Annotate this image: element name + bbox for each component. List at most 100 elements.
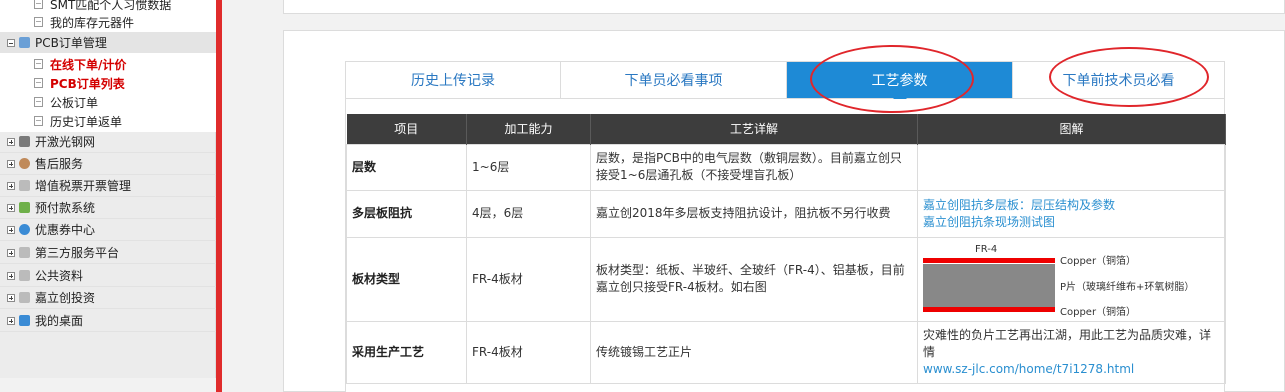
tab-upload-history[interactable]: 历史上传记录: [346, 62, 561, 98]
process-note: 灾难性的负片工艺再出江湖，用此工艺为品质灾难，详情: [923, 327, 1212, 359]
sidebar-item-label: 优惠券中心: [35, 223, 96, 237]
sidebar-item-invoice[interactable]: 增值税票开票管理: [0, 175, 216, 197]
expand-icon[interactable]: [7, 137, 15, 146]
sidebar-divider: [216, 0, 222, 392]
item-detail: 传统镀锡工艺正片: [590, 320, 918, 384]
sidebar-item-label: 售后服务: [35, 157, 84, 171]
bottom-copper-layer: [923, 307, 1055, 312]
tab-label: 历史上传记录: [411, 73, 495, 89]
prepreg-layer: [923, 264, 1055, 307]
fr4-stackup-diagram: FR-4 Copper（铜箔） P片（玻璃纤维布+环氧树脂） Copper（铜箔…: [923, 238, 1213, 320]
item-detail: 层数，是指PCB中的电气层数（敷铜层数）。目前嘉立创只接受1~6层通孔板（不接受…: [590, 143, 918, 191]
item-detail: 板材类型：纸板、半玻纤、全玻纤（FR-4）、铝基板，目前嘉立创只接受FR-4板材…: [590, 236, 918, 322]
expand-icon[interactable]: [7, 181, 15, 190]
highlight-circle: [1049, 47, 1209, 107]
page: SMT匹配个人习惯数据 我的库存元器件 PCB订单管理 在线下单/计价 PCB订…: [0, 0, 1285, 392]
sidebar-item-label: PCB订单管理: [35, 36, 107, 50]
expand-icon[interactable]: [7, 203, 15, 212]
item-name: 采用生产工艺: [346, 320, 467, 384]
item-detail: 嘉立创2018年多层板支持阻抗设计，阻抗板不另行收费: [590, 189, 918, 238]
process-params-table: 项目 加工能力 工艺详解 图解 层数 1~6层 层数，是指PCB中的电气层数（敷…: [346, 114, 1226, 384]
sidebar-item-label: 增值税票开票管理: [35, 179, 132, 193]
item-figure: 灾难性的负片工艺再出江湖，用此工艺为品质灾难，详情 www.sz-jlc.com…: [917, 320, 1226, 384]
item-capability: 4层，6层: [466, 189, 591, 238]
table-row: 多层板阻抗 4层，6层 嘉立创2018年多层板支持阻抗设计，阻抗板不另行收费 嘉…: [346, 189, 1226, 238]
user-icon: [19, 158, 30, 169]
investment-icon: [19, 292, 30, 303]
document-icon: [34, 116, 43, 126]
sidebar-item-coupons[interactable]: 优惠券中心: [0, 219, 216, 241]
invoice-icon: [19, 180, 30, 191]
column-header: 加工能力: [466, 114, 591, 144]
document-icon: [34, 97, 43, 107]
item-figure: [917, 143, 1226, 191]
sidebar-item-label: 我的桌面: [35, 314, 84, 328]
top-copper-label: Copper（铜箔）: [1060, 256, 1137, 267]
expand-icon[interactable]: [7, 316, 15, 325]
tab-order-notes[interactable]: 下单员必看事项: [561, 62, 787, 98]
column-header: 图解: [917, 114, 1226, 144]
sidebar-item-public-docs[interactable]: 公共资料: [0, 265, 216, 287]
sidebar: SMT匹配个人习惯数据 我的库存元器件 PCB订单管理 在线下单/计价 PCB订…: [0, 0, 216, 378]
sidebar-item-label: 我的库存元器件: [50, 15, 135, 30]
table-header-row: 项目 加工能力 工艺详解 图解: [346, 114, 1226, 144]
sidebar-item-label: 历史订单返单: [50, 114, 123, 129]
expand-icon[interactable]: [7, 271, 15, 280]
pcb-icon: [19, 37, 30, 48]
expand-icon[interactable]: [7, 225, 15, 234]
item-capability: FR-4板材: [466, 320, 591, 384]
item-name: 多层板阻抗: [346, 189, 467, 238]
expand-icon[interactable]: [7, 248, 15, 257]
table-row: 采用生产工艺 FR-4板材 传统镀锡工艺正片 灾难性的负片工艺再出江湖，用此工艺…: [346, 320, 1226, 384]
sidebar-item-investment[interactable]: 嘉立创投资: [0, 287, 216, 309]
sidebar-item-pcb-orders[interactable]: PCB订单管理: [0, 32, 216, 54]
document-icon: [34, 59, 43, 69]
expand-icon[interactable]: [7, 159, 15, 168]
item-capability: 1~6层: [466, 143, 591, 191]
coupon-icon: [19, 224, 30, 235]
process-detail-link[interactable]: www.sz-jlc.com/home/t7i1278.html: [923, 361, 1220, 378]
sidebar-item-label: PCB订单列表: [50, 76, 125, 91]
table-row: 板材类型 FR-4板材 板材类型：纸板、半玻纤、全玻纤（FR-4）、铝基板，目前…: [346, 236, 1226, 322]
sidebar-item-inventory[interactable]: 我的库存元器件: [0, 11, 216, 33]
item-capability: FR-4板材: [466, 236, 591, 322]
column-header: 工艺详解: [590, 114, 918, 144]
sidebar-item-desktop[interactable]: 我的桌面: [0, 310, 216, 332]
sidebar-item-label: 预付款系统: [35, 201, 96, 215]
impedance-stackup-link[interactable]: 嘉立创阻抗多层板：层压结构及参数: [923, 197, 1220, 214]
sidebar-item-stencil[interactable]: 开激光钢网: [0, 131, 216, 153]
expand-icon[interactable]: [7, 293, 15, 302]
stencil-icon: [19, 136, 30, 147]
tab-label: 下单员必看事项: [624, 73, 723, 89]
prepreg-label: P片（玻璃纤维布+环氧树脂）: [1060, 282, 1195, 293]
top-panel: [283, 0, 1285, 14]
top-copper-layer: [923, 258, 1055, 263]
sidebar-item-label: 公板订单: [50, 95, 99, 110]
item-name: 板材类型: [346, 236, 467, 322]
sidebar-item-label: 第三方服务平台: [35, 246, 120, 260]
document-icon: [34, 17, 43, 27]
platform-icon: [19, 247, 30, 258]
sidebar-item-prepaid[interactable]: 预付款系统: [0, 197, 216, 219]
column-header: 项目: [346, 114, 467, 144]
wallet-icon: [19, 202, 30, 213]
sidebar-item-third-party[interactable]: 第三方服务平台: [0, 242, 216, 264]
item-figure: FR-4 Copper（铜箔） P片（玻璃纤维布+环氧树脂） Copper（铜箔…: [917, 236, 1226, 322]
desktop-icon: [19, 315, 30, 326]
collapse-icon[interactable]: [7, 38, 15, 47]
item-name: 层数: [346, 143, 467, 191]
sidebar-item-label: 公共资料: [35, 269, 84, 283]
sidebar-item-label: 嘉立创投资: [35, 291, 96, 305]
bottom-copper-label: Copper（铜箔）: [1060, 307, 1137, 318]
document-icon: [34, 0, 43, 9]
item-figure: 嘉立创阻抗多层板：层压结构及参数 嘉立创阻抗条现场测试图: [917, 189, 1226, 238]
folder-icon: [19, 270, 30, 281]
sidebar-item-after-sales[interactable]: 售后服务: [0, 153, 216, 175]
document-icon: [34, 78, 43, 88]
fr4-title: FR-4: [975, 244, 998, 255]
impedance-test-link[interactable]: 嘉立创阻抗条现场测试图: [923, 214, 1220, 231]
sidebar-item-label: 开激光钢网: [35, 135, 96, 149]
highlight-circle: [810, 45, 974, 113]
table-row: 层数 1~6层 层数，是指PCB中的电气层数（敷铜层数）。目前嘉立创只接受1~6…: [346, 143, 1226, 191]
sidebar-item-history-reorder[interactable]: 历史订单返单: [0, 110, 216, 132]
